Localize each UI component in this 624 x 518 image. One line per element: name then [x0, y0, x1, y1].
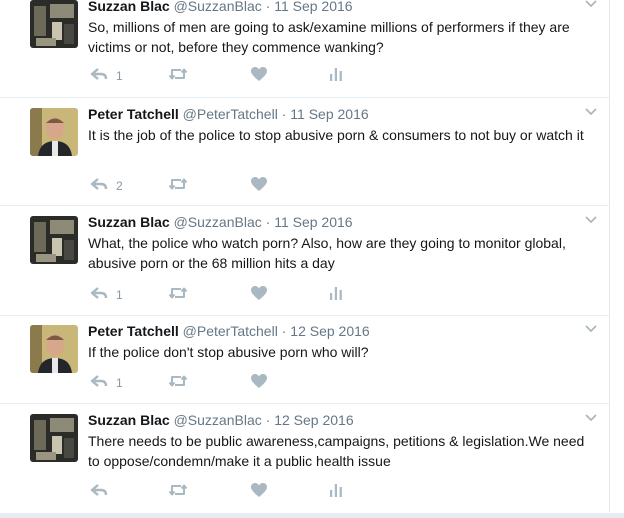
reply-icon [90, 373, 108, 394]
author-name[interactable]: Suzzan Blac [88, 0, 170, 14]
author-handle[interactable]: @PeterTatchell [183, 106, 278, 122]
like-button[interactable] [250, 482, 268, 502]
retweet-button[interactable] [168, 176, 188, 196]
retweet-icon [168, 373, 188, 394]
reply-button[interactable]: 2 [90, 176, 123, 196]
author-name[interactable]: Peter Tatchell [88, 323, 179, 339]
avatar-suzzan-blac[interactable] [30, 216, 78, 264]
author-name[interactable]: Suzzan Blac [88, 412, 170, 428]
reply-icon [90, 285, 108, 306]
chevron-down-icon[interactable] [584, 322, 598, 336]
tweet[interactable]: Suzzan Blac @SuzzanBlac · 11 Sep 2016 Wh… [0, 206, 610, 316]
retweet-icon [168, 66, 188, 87]
retweet-button[interactable] [168, 373, 188, 393]
reply-button[interactable]: 1 [90, 66, 123, 86]
tweet-text: If the police don't stop abusive porn wh… [88, 344, 369, 360]
reply-icon [90, 176, 108, 197]
retweet-icon [168, 285, 188, 306]
reply-icon [90, 482, 108, 503]
analytics-icon [328, 285, 344, 306]
reply-icon [90, 66, 108, 87]
heart-icon [250, 373, 268, 394]
retweet-icon [168, 482, 188, 503]
avatar-peter-tatchell[interactable] [30, 325, 78, 373]
chevron-down-icon[interactable] [584, 213, 598, 227]
tweet-text: What, the police who watch porn? Also, h… [88, 235, 566, 271]
reply-button[interactable]: 1 [90, 373, 123, 393]
chevron-down-icon[interactable] [584, 0, 598, 11]
separator-dot: · [281, 323, 287, 339]
avatar-suzzan-blac[interactable] [30, 414, 78, 462]
separator-dot: · [265, 412, 271, 428]
separator-dot: · [265, 0, 271, 14]
author-handle[interactable]: @SuzzanBlac [174, 412, 262, 428]
avatar-suzzan-blac[interactable] [30, 0, 78, 48]
tweet-text: It is the job of the police to stop abus… [88, 127, 584, 143]
author-handle[interactable]: @PeterTatchell [183, 323, 278, 339]
author-name[interactable]: Suzzan Blac [88, 214, 170, 230]
author-name[interactable]: Peter Tatchell [88, 106, 179, 122]
analytics-button[interactable] [328, 66, 344, 86]
tweet-text: So, millions of men are going to ask/exa… [88, 19, 570, 55]
heart-icon [250, 176, 268, 197]
tweet-header: Peter Tatchell @PeterTatchell · 11 Sep 2… [88, 105, 590, 124]
tweet-timestamp[interactable]: 11 Sep 2016 [274, 214, 352, 230]
chevron-down-icon[interactable] [584, 411, 598, 425]
separator-dot: · [265, 214, 271, 230]
analytics-button[interactable] [328, 482, 344, 502]
conversation-thread: Suzzan Blac @SuzzanBlac · 11 Sep 2016 So… [0, 0, 610, 512]
reply-count: 1 [116, 288, 123, 302]
analytics-icon [328, 66, 344, 87]
bottom-divider [0, 513, 624, 518]
retweet-button[interactable] [168, 66, 188, 86]
like-button[interactable] [250, 66, 268, 86]
heart-icon [250, 482, 268, 503]
analytics-icon [328, 482, 344, 503]
like-button[interactable] [250, 285, 268, 305]
like-button[interactable] [250, 176, 268, 196]
tweet-header: Suzzan Blac @SuzzanBlac · 12 Sep 2016 [88, 411, 590, 430]
tweet-timestamp[interactable]: 12 Sep 2016 [274, 412, 353, 428]
tweet-text: There needs to be public awareness,campa… [88, 433, 585, 469]
tweet-header: Suzzan Blac @SuzzanBlac · 11 Sep 2016 [88, 0, 590, 16]
tweet[interactable]: Peter Tatchell @PeterTatchell · 11 Sep 2… [0, 98, 610, 206]
tweet-timestamp[interactable]: 11 Sep 2016 [290, 106, 368, 122]
retweet-icon [168, 176, 188, 197]
tweet[interactable]: Suzzan Blac @SuzzanBlac · 11 Sep 2016 So… [0, 0, 610, 98]
heart-icon [250, 285, 268, 306]
tweet-header: Suzzan Blac @SuzzanBlac · 11 Sep 2016 [88, 213, 590, 232]
retweet-button[interactable] [168, 285, 188, 305]
reply-count: 1 [116, 376, 123, 390]
retweet-button[interactable] [168, 482, 188, 502]
tweet-timestamp[interactable]: 11 Sep 2016 [274, 0, 352, 14]
reply-count: 2 [116, 179, 123, 193]
heart-icon [250, 66, 268, 87]
reply-button[interactable]: 1 [90, 285, 123, 305]
tweet-header: Peter Tatchell @PeterTatchell · 12 Sep 2… [88, 322, 590, 341]
author-handle[interactable]: @SuzzanBlac [174, 214, 262, 230]
like-button[interactable] [250, 373, 268, 393]
reply-button[interactable] [90, 482, 108, 502]
chevron-down-icon[interactable] [584, 105, 598, 119]
tweet-timestamp[interactable]: 12 Sep 2016 [290, 323, 369, 339]
analytics-button[interactable] [328, 285, 344, 305]
reply-count: 1 [116, 69, 123, 83]
separator-dot: · [281, 106, 287, 122]
tweet[interactable]: Suzzan Blac @SuzzanBlac · 12 Sep 2016 Th… [0, 404, 610, 512]
author-handle[interactable]: @SuzzanBlac [174, 0, 262, 14]
tweet[interactable]: Peter Tatchell @PeterTatchell · 12 Sep 2… [0, 316, 610, 404]
avatar-peter-tatchell[interactable] [30, 108, 78, 156]
